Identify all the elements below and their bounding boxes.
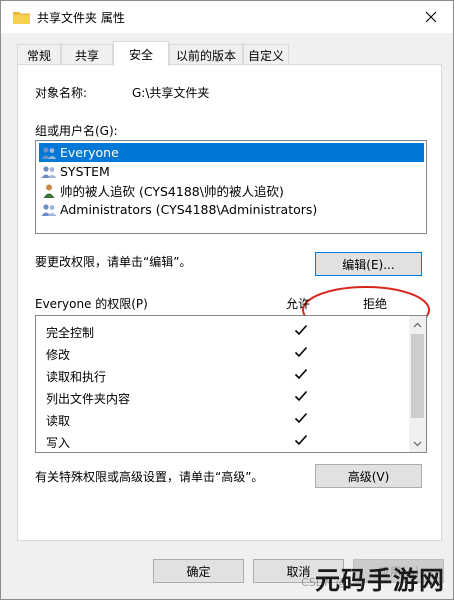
- list-item[interactable]: Administrators (CYS4188\Administrators): [39, 200, 424, 219]
- edit-button[interactable]: 编辑(E)...: [315, 252, 422, 276]
- permissions-list: 完全控制 修改 读取和执行 列出文件夹内容 读取 写入: [35, 315, 427, 453]
- deny-header: 拒绝: [363, 297, 388, 311]
- check-icon: [294, 346, 308, 358]
- tab-previous-versions[interactable]: 以前的版本: [169, 44, 243, 65]
- allow-header: 允许: [286, 297, 311, 311]
- folder-icon: [13, 12, 30, 24]
- table-row: 完全控制: [36, 320, 411, 342]
- scroll-thumb[interactable]: [411, 334, 424, 418]
- table-row: 读取和执行: [36, 364, 411, 386]
- check-icon: [294, 368, 308, 380]
- group-user-label: 组或用户名(G):: [35, 124, 118, 138]
- close-icon: [425, 11, 437, 23]
- window-title: 共享文件夹 属性: [37, 11, 125, 25]
- advanced-hint: 有关特殊权限或高级设置，请单击“高级”。: [35, 470, 264, 484]
- users-group-icon: [41, 165, 57, 178]
- advanced-button[interactable]: 高级(V): [315, 464, 422, 488]
- list-item[interactable]: SYSTEM: [39, 162, 424, 181]
- users-group-icon: [41, 203, 57, 216]
- properties-dialog: 共享文件夹 属性 常规 共享 安全 以前的版本 自定义 对象名称: G:\共享文…: [0, 0, 454, 600]
- tab-sharing[interactable]: 共享: [61, 44, 113, 65]
- object-name-label: 对象名称:: [35, 86, 88, 100]
- object-name-value: G:\共享文件夹: [132, 86, 210, 100]
- check-icon: [294, 412, 308, 424]
- list-item[interactable]: 帅的被人追砍 (CYS4188\帅的被人追砍): [39, 181, 424, 200]
- users-group-icon: [41, 146, 57, 159]
- chevron-up-icon: [413, 322, 422, 327]
- check-icon: [294, 390, 308, 402]
- chevron-down-icon: [413, 441, 422, 446]
- change-permission-hint: 要更改权限，请单击“编辑”。: [35, 255, 192, 269]
- table-row: 列出文件夹内容: [36, 386, 411, 408]
- user-listbox[interactable]: Everyone SYSTEM 帅的被人追砍 (CYS4188\帅的被人追砍): [35, 140, 427, 234]
- permissions-scrollbar[interactable]: [409, 316, 426, 452]
- table-row: 读取: [36, 408, 411, 430]
- table-row: 写入: [36, 430, 411, 452]
- list-item[interactable]: Everyone: [39, 143, 424, 162]
- tab-general[interactable]: 常规: [17, 44, 61, 65]
- close-button[interactable]: [409, 1, 453, 33]
- ok-button[interactable]: 确定: [153, 559, 244, 583]
- user-icon: [43, 184, 55, 198]
- security-panel: 对象名称: G:\共享文件夹 组或用户名(G): Everyone SYSTEM: [17, 64, 442, 541]
- watermark-brand: 元码手游网: [314, 566, 445, 595]
- table-row: 修改: [36, 342, 411, 364]
- permissions-header: Everyone 的权限(P): [35, 297, 148, 311]
- check-icon: [294, 324, 308, 336]
- tab-customize[interactable]: 自定义: [243, 44, 289, 65]
- scroll-up-button[interactable]: [409, 316, 426, 333]
- title-bar: 共享文件夹 属性: [1, 1, 453, 33]
- watermark: CSDN @ 元码手游网: [293, 559, 453, 599]
- scroll-down-button[interactable]: [409, 435, 426, 452]
- check-icon: [294, 434, 308, 446]
- tab-security[interactable]: 安全: [113, 41, 169, 66]
